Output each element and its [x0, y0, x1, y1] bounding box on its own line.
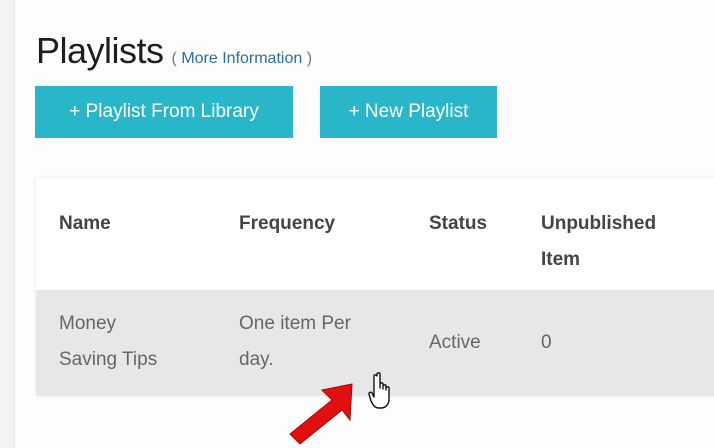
cell-status: Active	[429, 332, 481, 353]
playlist-from-library-button[interactable]: + Playlist From Library	[35, 86, 293, 138]
title-row: Playlists ( More Information )	[36, 30, 312, 72]
playlists-table: Name Frequency Status Unpublished Item M…	[36, 178, 714, 396]
cell-frequency: One item Per day.	[239, 306, 351, 378]
cell-unpublished-count: 0	[541, 332, 552, 353]
page-title: Playlists	[36, 30, 164, 71]
playlists-page: Playlists ( More Information ) + Playlis…	[0, 0, 714, 448]
column-header-status[interactable]: Status	[429, 206, 487, 242]
table-header: Name Frequency Status Unpublished Item	[36, 178, 714, 290]
more-info: ( More Information )	[172, 50, 313, 68]
column-header-unpublished-line2: Item	[541, 249, 581, 270]
cell-name-line1: Money	[59, 313, 117, 334]
column-header-frequency[interactable]: Frequency	[239, 206, 335, 242]
red-arrow-icon	[289, 383, 353, 445]
column-header-unpublished-item[interactable]: Unpublished Item	[541, 206, 656, 278]
more-information-link[interactable]: More Information	[181, 50, 302, 67]
cell-frequency-line2: day.	[239, 349, 274, 370]
cell-name-line2: Saving Tips	[59, 349, 158, 370]
column-header-unpublished-line1: Unpublished	[541, 213, 657, 234]
cell-name: Money Saving Tips	[59, 306, 157, 378]
cell-frequency-line1: One item Per	[239, 313, 351, 334]
more-info-close-paren: )	[306, 50, 313, 67]
hand-pointer-icon	[368, 372, 390, 409]
more-info-open-paren: (	[171, 50, 177, 67]
column-header-name[interactable]: Name	[59, 206, 111, 242]
new-playlist-button[interactable]: + New Playlist	[320, 86, 497, 138]
left-sidebar-edge	[0, 0, 15, 448]
